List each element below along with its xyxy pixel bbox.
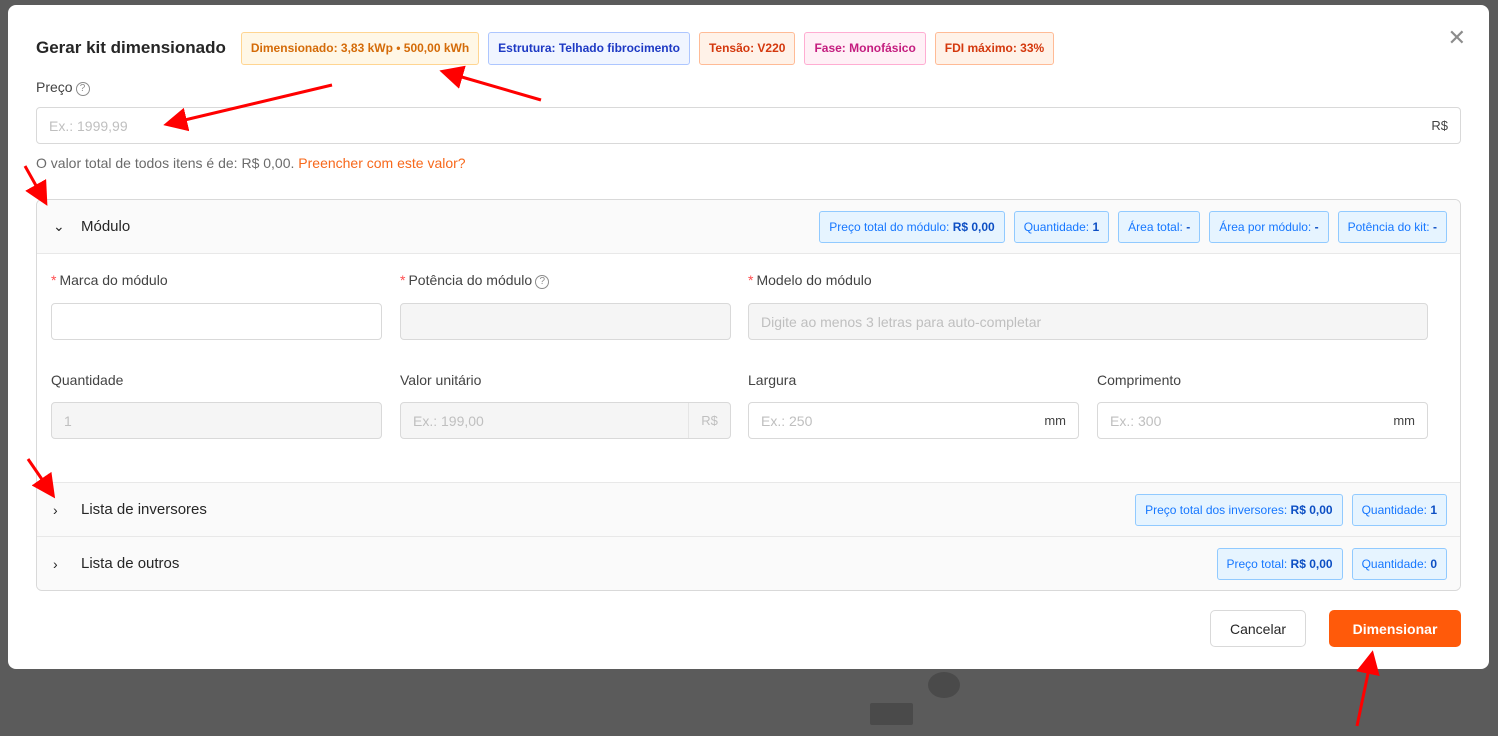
- length-suffix: mm: [1393, 413, 1415, 428]
- model-label: * Modelo do módulo: [748, 272, 872, 288]
- quantity-input[interactable]: 1: [51, 402, 382, 439]
- other-badge-value: R$ 0,00: [1290, 556, 1333, 571]
- power-label: * Potência do módulo?: [400, 272, 550, 289]
- module-badge-label: Potência do kit:: [1347, 219, 1430, 234]
- info-tag: Fase: Monofásico: [804, 31, 926, 65]
- module-badges: Preço total do módulo: R$ 0,00 Quantidade…: [819, 210, 1447, 243]
- power-input[interactable]: [400, 303, 731, 340]
- tag-list: Dimensionado: 3,83 kWp • 500,00 kWh Estru…: [240, 31, 1055, 65]
- brand-label: * Marca do módulo: [51, 272, 168, 288]
- price-hint: O valor total de todos itens é de: R$ 0,…: [36, 155, 466, 171]
- module-badge: Potência do kit: -: [1337, 210, 1447, 243]
- other-badge: Preço total: R$ 0,00: [1216, 547, 1343, 580]
- kit-dialog: Gerar kit dimensionado Dimensionado: 3,8…: [8, 5, 1489, 669]
- price-hint-text: O valor total de todos itens é de: R$ 0,…: [36, 155, 295, 171]
- panel-header-others[interactable]: › Lista de outros Preço total: R$ 0,00 Qu…: [37, 536, 1460, 590]
- price-placeholder: Ex.: 1999,99: [49, 117, 128, 134]
- unit-value-placeholder: Ex.: 199,00: [413, 412, 484, 429]
- other-badge-label: Quantidade:: [1361, 556, 1427, 571]
- power-label-text: Potência do módulo: [408, 272, 533, 288]
- close-icon[interactable]: ✕: [1448, 25, 1466, 51]
- module-badge-value: R$ 0,00: [952, 219, 995, 234]
- module-badge: Preço total do módulo: R$ 0,00: [819, 210, 1005, 243]
- model-label-text: Modelo do módulo: [756, 272, 872, 288]
- info-tag: Tensão: V220: [698, 31, 796, 65]
- panel-title-inverters: Lista de inversores: [81, 501, 207, 518]
- length-placeholder: Ex.: 300: [1110, 412, 1162, 429]
- other-badges: Preço total: R$ 0,00 Quantidade: 0: [1216, 547, 1447, 580]
- dimension-button[interactable]: Dimensionar: [1329, 610, 1461, 647]
- module-panel-body: * Marca do módulo * Potência do módulo? * M…: [37, 254, 1460, 482]
- model-input[interactable]: Digite ao menos 3 letras para auto-compl…: [748, 303, 1428, 340]
- module-badge-value: -: [1433, 219, 1437, 234]
- chevron-down-icon: ⌄: [53, 218, 65, 234]
- dialog-header: Gerar kit dimensionado Dimensionado: 3,8…: [36, 30, 1439, 66]
- inverter-badge-label: Quantidade:: [1361, 502, 1427, 517]
- width-placeholder: Ex.: 250: [761, 412, 813, 429]
- width-label: Largura: [748, 372, 797, 388]
- module-badge-value: -: [1314, 219, 1319, 234]
- chevron-right-icon: ›: [53, 555, 58, 572]
- unit-value-label: Valor unitário: [400, 372, 482, 388]
- length-input[interactable]: Ex.: 300 mm: [1097, 402, 1428, 439]
- dialog-title: Gerar kit dimensionado: [36, 38, 226, 57]
- length-label: Comprimento: [1097, 372, 1182, 388]
- chevron-right-icon: ›: [53, 501, 58, 518]
- unit-value-suffix: R$: [688, 403, 730, 438]
- inverter-badge: Preço total dos inversores: R$ 0,00: [1135, 493, 1343, 526]
- inverter-badge-value: R$ 0,00: [1290, 502, 1333, 517]
- inverter-badge-value: 1: [1430, 502, 1437, 517]
- info-tag: Dimensionado: 3,83 kWp • 500,00 kWh: [240, 31, 480, 65]
- inverter-badge: Quantidade: 1: [1351, 493, 1447, 526]
- inverter-badges: Preço total dos inversores: R$ 0,00 Quant…: [1135, 493, 1447, 526]
- module-badge: Quantidade: 1: [1013, 210, 1110, 243]
- quantity-label: Quantidade: [51, 372, 124, 388]
- panel-header-inverters[interactable]: › Lista de inversores Preço total dos in…: [37, 482, 1460, 536]
- other-badge: Quantidade: 0: [1351, 547, 1447, 580]
- inverter-badge-label: Preço total dos inversores:: [1145, 502, 1288, 517]
- unit-value-input[interactable]: Ex.: 199,00 R$: [400, 402, 731, 439]
- price-input[interactable]: Ex.: 1999,99 R$: [36, 107, 1461, 144]
- help-icon[interactable]: ?: [535, 275, 550, 289]
- collapse-panels: ⌄ Módulo Preço total do módulo: R$ 0,00 Q…: [36, 199, 1461, 591]
- panel-title-module: Módulo: [81, 218, 131, 235]
- module-badge: Área por módulo: -: [1209, 210, 1329, 243]
- chat-bubble-icon: [928, 672, 960, 698]
- brand-input[interactable]: [51, 303, 382, 340]
- quantity-value: 1: [64, 412, 72, 429]
- cancel-button[interactable]: Cancelar: [1210, 610, 1306, 647]
- info-tag: FDI máximo: 33%: [934, 31, 1055, 65]
- info-tag: Estrutura: Telhado fibrocimento: [488, 31, 690, 65]
- module-badge-value: 1: [1092, 219, 1100, 234]
- fill-value-link[interactable]: Preencher com este valor?: [298, 155, 465, 171]
- module-badge-label: Preço total do módulo:: [829, 219, 950, 234]
- width-input[interactable]: Ex.: 250 mm: [748, 402, 1079, 439]
- panel-title-others: Lista de outros: [81, 555, 180, 572]
- brand-label-text: Marca do módulo: [59, 272, 168, 288]
- price-suffix: R$: [1431, 118, 1448, 133]
- module-badge-label: Área por módulo:: [1219, 219, 1312, 234]
- price-label-text: Preço: [36, 79, 73, 95]
- other-badge-label: Preço total:: [1226, 556, 1288, 571]
- model-placeholder: Digite ao menos 3 letras para auto-compl…: [761, 313, 1042, 330]
- annotation-arrow: [1355, 650, 1380, 727]
- panel-header-module[interactable]: ⌄ Módulo Preço total do módulo: R$ 0,00 Q…: [37, 200, 1460, 254]
- price-label: Preço?: [36, 79, 90, 96]
- module-badge-value: -: [1186, 219, 1191, 234]
- module-badge-label: Área total:: [1128, 219, 1183, 234]
- width-suffix: mm: [1044, 413, 1066, 428]
- help-icon[interactable]: ?: [75, 82, 90, 96]
- module-badge-label: Quantidade:: [1023, 219, 1090, 234]
- other-badge-value: 0: [1430, 556, 1437, 571]
- background-block: [870, 703, 913, 725]
- module-badge: Área total: -: [1118, 210, 1201, 243]
